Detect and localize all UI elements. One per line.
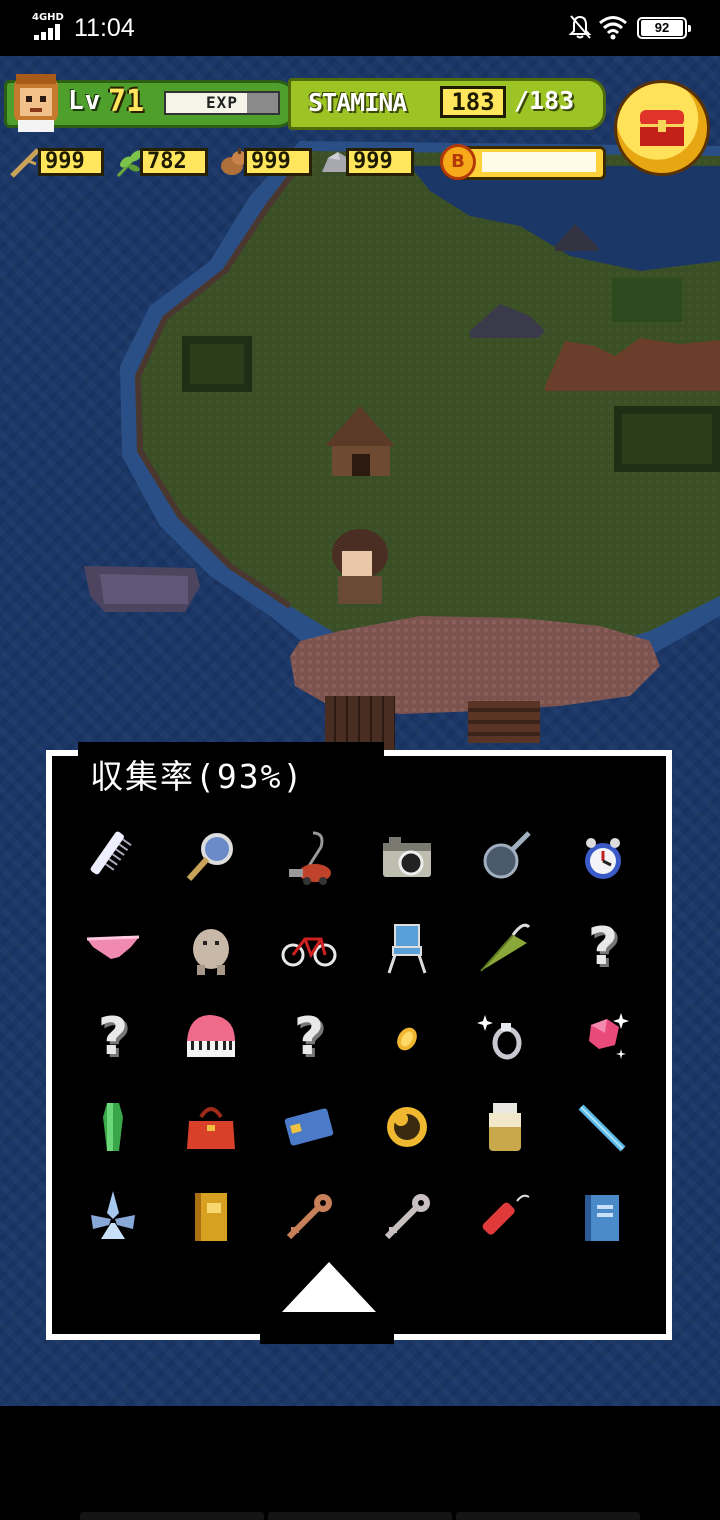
stamina-max: /183: [514, 86, 575, 115]
collection-item[interactable]: [458, 1172, 552, 1262]
plush-creature-icon: [193, 929, 229, 975]
pink-gem-icon: [589, 1013, 629, 1059]
exp-label: EXP: [206, 93, 238, 112]
bottom-area: [0, 1406, 720, 1520]
green-crystal-icon: [103, 1103, 123, 1151]
red-bicycle-icon: [281, 937, 337, 967]
level-value: 71: [108, 84, 145, 119]
coin-icon: B: [440, 144, 476, 180]
status-bar: 4GHD 11:04 92: [0, 0, 720, 56]
collection-item[interactable]: [360, 1082, 454, 1172]
jar-icon: [489, 1103, 521, 1151]
bell-off-icon: [568, 15, 592, 39]
clock: 11:04: [74, 14, 135, 42]
collection-item[interactable]: [164, 992, 258, 1082]
collection-item[interactable]: [458, 902, 552, 992]
collection-item[interactable]: [556, 812, 650, 902]
ice-crystal-icon: [91, 1191, 135, 1239]
battery-icon: 92: [637, 17, 691, 39]
collection-item[interactable]: [458, 992, 552, 1082]
resource-wood-value: 999: [38, 148, 104, 176]
nav-bar: [80, 1512, 640, 1520]
battery-level: 92: [641, 20, 683, 36]
frying-pan-icon: [483, 831, 531, 879]
alarm-clock-icon: [585, 838, 621, 879]
pink-piano-icon: [187, 1015, 235, 1057]
collection-item[interactable]: [164, 812, 258, 902]
bronze-key-icon: [286, 1194, 332, 1240]
collection-item[interactable]: [360, 992, 454, 1082]
collection-item[interactable]: [556, 992, 650, 1082]
unknown-item-icon: ?: [587, 917, 619, 977]
network-type: 4GHD: [32, 12, 64, 23]
collection-item[interactable]: [360, 902, 454, 992]
collection-item[interactable]: [262, 812, 356, 902]
collection-item[interactable]: ?: [262, 992, 356, 1082]
green-umbrella-icon: [480, 923, 531, 972]
collection-item[interactable]: [164, 902, 258, 992]
panel-bottom-gap: [260, 1330, 394, 1344]
collection-item[interactable]: [556, 1172, 650, 1262]
collection-item[interactable]: [262, 1082, 356, 1172]
collection-item[interactable]: [360, 812, 454, 902]
silver-key-icon: [384, 1194, 430, 1240]
up-arrow-icon[interactable]: [282, 1262, 376, 1312]
collection-item[interactable]: [66, 1172, 160, 1262]
collection-item[interactable]: ?: [556, 902, 650, 992]
level-label: Lv: [68, 86, 102, 116]
camera-icon: [383, 837, 431, 877]
unknown-item-icon: ?: [97, 1007, 129, 1067]
collection-rate-title: 収集率(93%): [90, 757, 305, 796]
red-handbag-icon: [187, 1107, 235, 1149]
comb-icon: [90, 831, 132, 875]
blue-pen-icon: [578, 1104, 626, 1152]
silver-ring-icon: [477, 1015, 522, 1060]
collection-item[interactable]: [164, 1172, 258, 1262]
dynamite-icon: [482, 1194, 530, 1235]
collection-item[interactable]: [458, 812, 552, 902]
magnifying-glass-icon: [186, 833, 233, 882]
collection-item[interactable]: [556, 1082, 650, 1172]
exp-progress: EXP: [164, 91, 280, 115]
collection-item[interactable]: [262, 1172, 356, 1262]
collection-item[interactable]: [262, 902, 356, 992]
collection-item[interactable]: [164, 1082, 258, 1172]
coin-gauge-fill: [482, 152, 596, 172]
pink-underwear-icon: [86, 935, 140, 959]
folding-chair-icon: [387, 924, 427, 974]
collection-item[interactable]: [66, 1082, 160, 1172]
resource-nut-value: 999: [244, 148, 312, 176]
collection-item[interactable]: [360, 1172, 454, 1262]
collection-item[interactable]: [458, 1082, 552, 1172]
collection-item[interactable]: ?: [66, 992, 160, 1082]
unknown-item-icon: ?: [293, 1007, 325, 1067]
resource-stone-value: 999: [346, 148, 414, 176]
wifi-icon: [599, 16, 627, 40]
gold-coin-icon: [397, 1027, 417, 1051]
golden-book-icon: [195, 1193, 227, 1241]
treasure-chest-icon: [640, 110, 684, 146]
signal-icon: [34, 24, 64, 40]
stamina-current: 183: [440, 86, 506, 118]
player-avatar-icon[interactable]: [8, 70, 64, 132]
stamina-label: STAMINA: [308, 88, 407, 117]
vacuum-cleaner-icon: [289, 831, 331, 885]
collection-item[interactable]: [66, 812, 160, 902]
collection-item[interactable]: [66, 902, 160, 992]
blue-card-icon: [284, 1108, 334, 1146]
blue-book-icon: [585, 1195, 619, 1241]
resource-herb-value: 782: [140, 148, 208, 176]
gold-ring-icon: [387, 1107, 427, 1147]
